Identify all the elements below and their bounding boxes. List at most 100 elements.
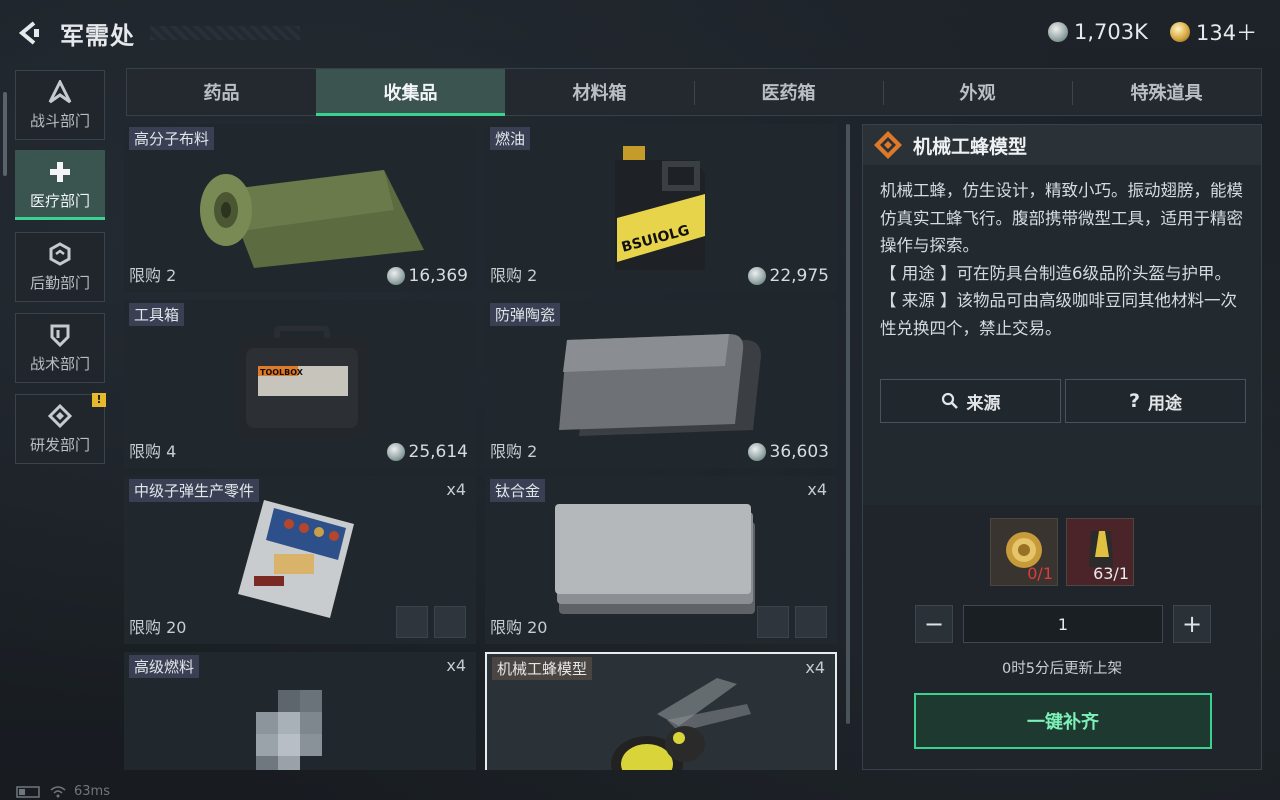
price-value: 36,603 xyxy=(769,442,829,462)
gold-coin-icon xyxy=(1170,22,1190,42)
source-text: 【 来源 】该物品可由高级咖啡豆同其他材料一次性兑换四个，禁止交易。 xyxy=(880,291,1237,338)
sidebar-item-label: 战斗部门 xyxy=(29,111,90,130)
tab-collectibles[interactable]: 收集品 xyxy=(316,69,505,116)
research-icon xyxy=(48,403,72,428)
item-grid: 高分子布料 限购 2 16,369 燃油 BSUIOLG 限购 2 22,975 xyxy=(124,124,840,770)
item-card-polymer-fabric[interactable]: 高分子布料 限购 2 16,369 xyxy=(124,124,476,292)
item-card-fuel[interactable]: 燃油 BSUIOLG 限购 2 22,975 xyxy=(485,124,837,292)
tab-special-items[interactable]: 特殊道具 xyxy=(1072,69,1261,115)
plus-icon: + xyxy=(1181,610,1203,638)
material-slot-tag[interactable]: 63/1 xyxy=(1066,518,1134,586)
item-name: 机械工蜂模型 xyxy=(492,657,593,680)
item-name: 钛合金 xyxy=(490,479,546,502)
item-price: 16,369 xyxy=(386,266,468,286)
ping-value: 63ms xyxy=(74,784,110,799)
silver-coin-icon xyxy=(1048,22,1068,42)
tab-medicine[interactable]: 药品 xyxy=(127,69,316,115)
material-thumbnail xyxy=(434,606,466,638)
decrease-button[interactable]: − xyxy=(915,605,953,643)
currency-gold[interactable]: 134＋ xyxy=(1170,18,1257,46)
item-quantity: x4 xyxy=(807,480,827,499)
sidebar-item-label: 战术部门 xyxy=(29,354,90,373)
auto-fill-button[interactable]: 一键补齐 xyxy=(914,693,1212,749)
quantity-stepper: − 1 + xyxy=(915,605,1211,643)
pixelated-item-image xyxy=(256,690,322,770)
item-quantity: x4 xyxy=(446,656,466,675)
detail-actions: 来源 ? 用途 xyxy=(880,379,1246,423)
bullet-parts-tray-image xyxy=(238,500,354,618)
combat-icon xyxy=(48,79,72,104)
mechanical-bee-image xyxy=(611,678,751,770)
price-value: 16,369 xyxy=(408,266,468,286)
source-button[interactable]: 来源 xyxy=(880,379,1061,423)
logistics-icon xyxy=(48,241,72,266)
sidebar-item-logistics[interactable]: 后勤部门 xyxy=(15,232,105,302)
ceramic-plate-image xyxy=(559,334,761,436)
silver-coin-icon xyxy=(747,443,766,461)
category-tabs: 药品 收集品 材料箱 医药箱 外观 特殊道具 xyxy=(126,68,1262,116)
item-card-advanced-fuel[interactable]: 高级燃料 x4 xyxy=(124,652,476,770)
material-thumbnail xyxy=(757,606,789,638)
material-thumbnail xyxy=(396,606,428,638)
silver-coin-icon xyxy=(386,443,405,461)
sidebar-item-label: 研发部门 xyxy=(29,435,90,454)
silver-coin-icon xyxy=(386,267,405,285)
item-name: 防弹陶瓷 xyxy=(490,303,561,326)
item-price: 22,975 xyxy=(747,266,829,286)
minus-icon: − xyxy=(923,610,945,638)
item-card-bullet-parts[interactable]: 中级子弹生产零件 x4 限购 20 xyxy=(124,476,476,644)
item-name: 高分子布料 xyxy=(129,127,215,150)
sidebar-scrollbar[interactable] xyxy=(3,92,7,176)
price-value: 22,975 xyxy=(769,266,829,286)
sidebar-item-label: 后勤部门 xyxy=(29,273,90,292)
increase-button[interactable]: + xyxy=(1173,605,1211,643)
rarity-icon xyxy=(873,130,903,160)
gold-amount: 134＋ xyxy=(1196,21,1258,45)
material-thumbnail xyxy=(795,606,827,638)
usage-button-label: 用途 xyxy=(1148,393,1183,414)
wifi-icon xyxy=(50,785,66,797)
detail-header: 机械工蜂模型 xyxy=(863,125,1261,165)
usage-text: 【 用途 】可在防具台制造6级品阶头盔与护甲。 xyxy=(880,263,1231,283)
usage-button[interactable]: ? 用途 xyxy=(1065,379,1246,423)
item-card-mechanical-bee[interactable]: 机械工蜂模型 x4 xyxy=(485,652,837,770)
item-card-toolbox[interactable]: 工具箱 TOOLBOX 限购 4 25,614 xyxy=(124,300,476,468)
tab-appearance[interactable]: 外观 xyxy=(883,69,1072,115)
back-arrow-icon xyxy=(18,21,39,45)
sidebar-item-research[interactable]: 研发部门 ! xyxy=(15,393,106,464)
sidebar-item-combat[interactable]: 战斗部门 xyxy=(15,70,105,140)
tab-material-box[interactable]: 材料箱 xyxy=(505,69,694,115)
sidebar-item-tactical[interactable]: 战术部门 xyxy=(15,313,105,383)
header: 军需处 1,703K 134＋ xyxy=(0,0,1280,64)
toolbox-label-text: TOOLBOX xyxy=(260,368,304,377)
tab-medkit[interactable]: 医药箱 xyxy=(694,69,883,115)
purchase-limit: 限购 2 xyxy=(490,266,538,285)
purchase-limit: 限购 2 xyxy=(129,266,177,285)
item-name: 燃油 xyxy=(490,127,531,150)
item-quantity: x4 xyxy=(805,658,825,677)
currency-silver[interactable]: 1,703K xyxy=(1048,18,1148,46)
page-title: 军需处 xyxy=(60,22,135,50)
item-price: 25,614 xyxy=(386,442,468,462)
item-grid-scrollbar[interactable] xyxy=(846,124,850,724)
item-card-titanium-alloy[interactable]: 钛合金 x4 限购 20 xyxy=(485,476,837,644)
sidebar-item-medical[interactable]: 医疗部门 xyxy=(15,150,105,220)
tactical-shield-icon xyxy=(48,323,72,347)
toolbox-image: TOOLBOX xyxy=(236,326,368,438)
quantity-input[interactable]: 1 xyxy=(963,605,1163,643)
status-bar: 63ms xyxy=(16,784,110,799)
purchase-limit: 限购 2 xyxy=(490,442,538,461)
back-button[interactable] xyxy=(14,18,44,48)
material-count: 0/1 xyxy=(1027,564,1053,583)
item-detail-panel: 机械工蜂模型 机械工蜂，仿生设计，精致小巧。振动翅膀，能模仿真实工蜂飞行。腹部携… xyxy=(862,124,1262,770)
item-card-ceramic-plate[interactable]: 防弹陶瓷 限购 2 36,603 xyxy=(485,300,837,468)
purchase-limit: 限购 20 xyxy=(129,618,187,637)
fabric-roll-image xyxy=(200,170,424,268)
item-quantity: x4 xyxy=(446,480,466,499)
restock-timer: 0时5分后更新上架 xyxy=(1002,661,1122,677)
material-slot-coin[interactable]: 0/1 xyxy=(990,518,1058,586)
fuel-canister-image: BSUIOLG xyxy=(615,146,705,270)
item-description: 机械工蜂，仿生设计，精致小巧。振动翅膀，能模仿真实工蜂飞行。腹部携带微型工具，适… xyxy=(880,177,1246,342)
price-value: 25,614 xyxy=(408,442,468,462)
purchase-limit: 限购 4 xyxy=(129,442,177,461)
